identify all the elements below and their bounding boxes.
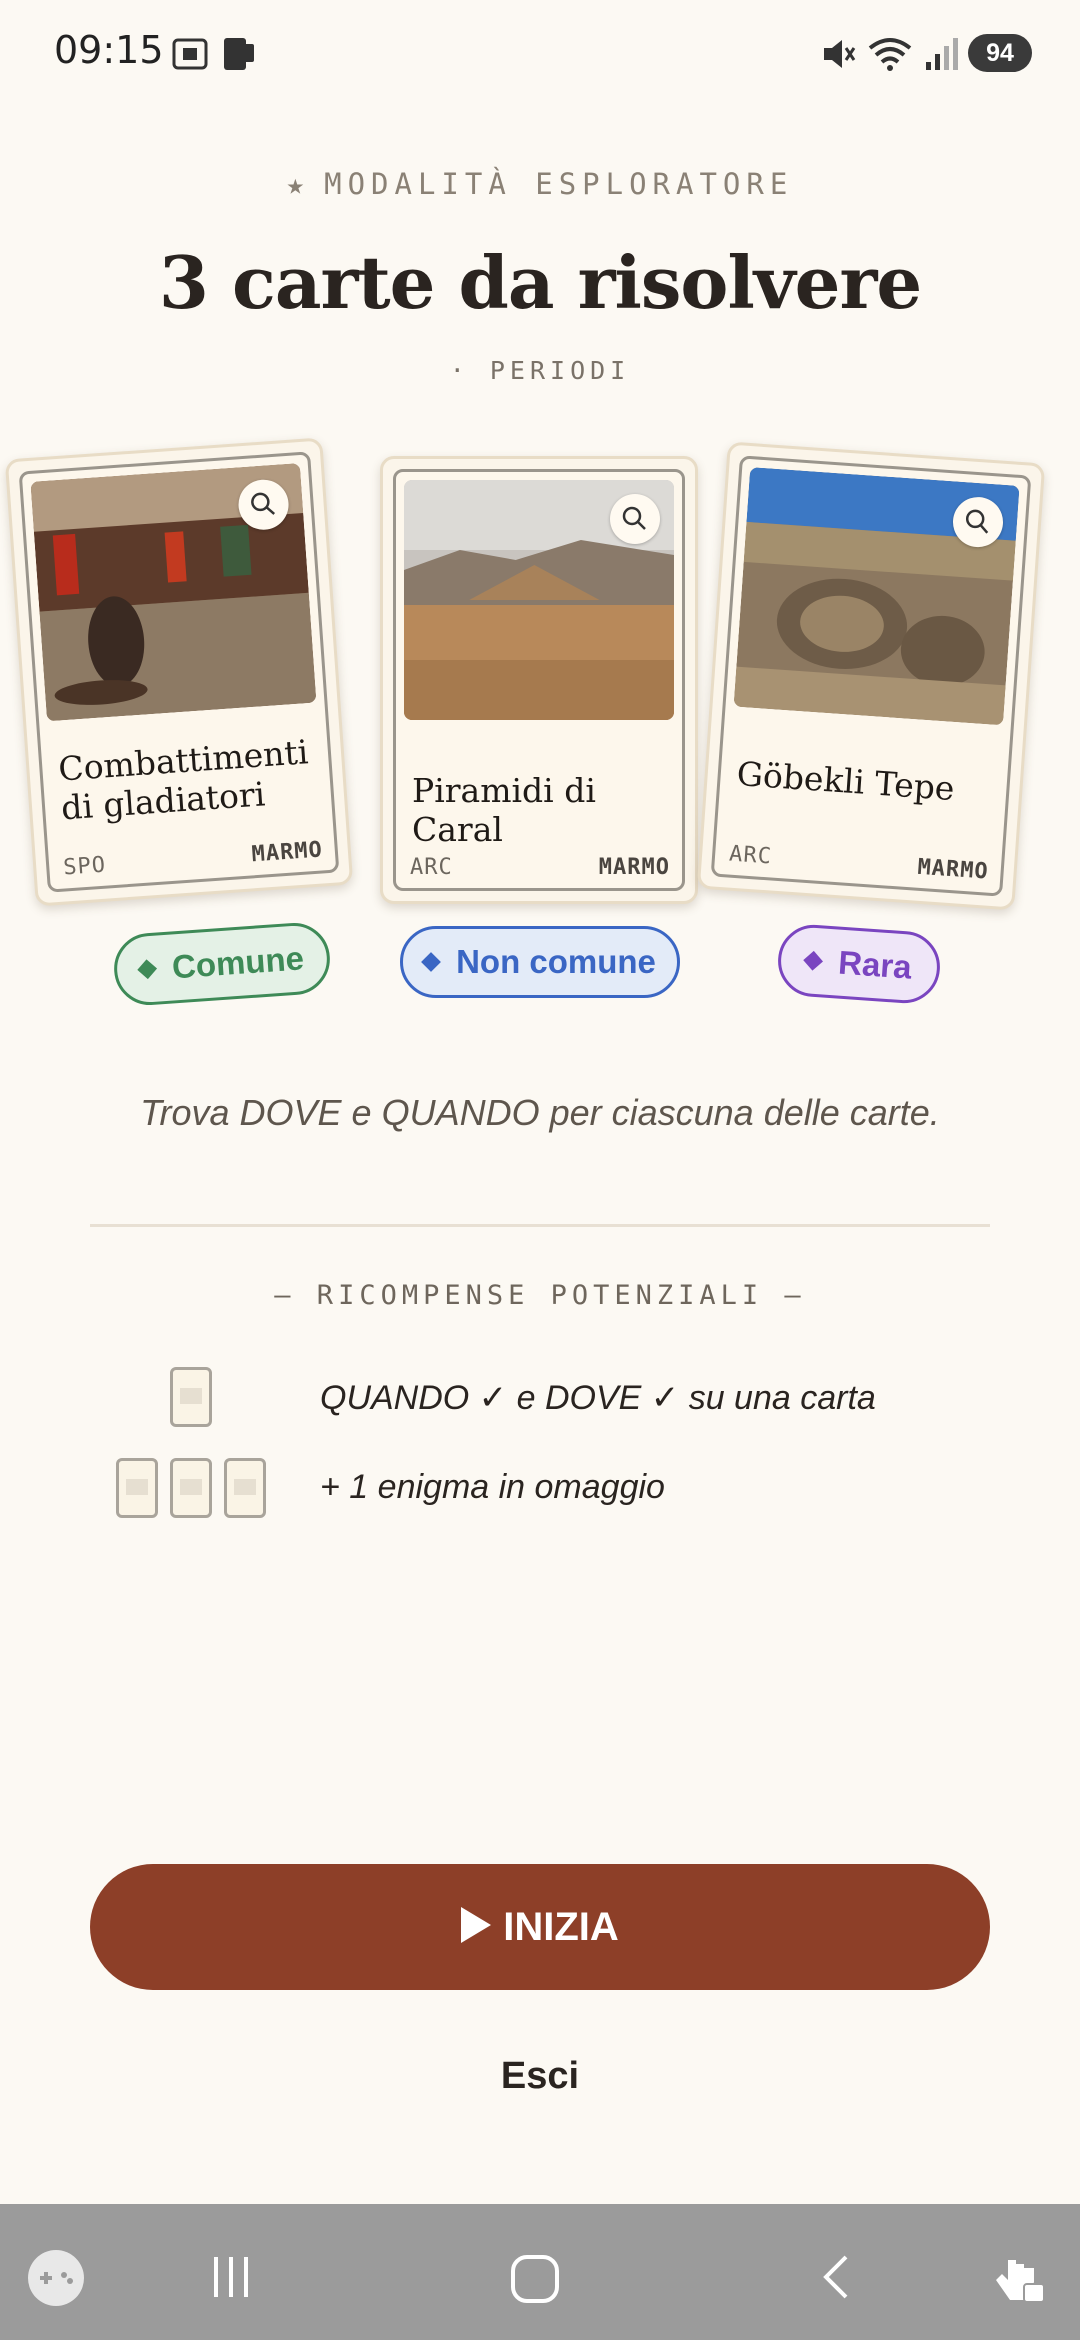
screenshot-icon [172,38,208,70]
divider [90,1224,990,1227]
reward-card-icon [116,1458,158,1518]
rarity-badge-uncommon: Non comune [400,926,680,998]
card-name: Combattimenti di gladiatori [57,732,310,828]
diamond-icon [803,950,824,971]
reward-card-icon [224,1458,266,1518]
game-icon[interactable] [26,2248,86,2308]
diamond-icon [421,952,441,972]
mode-label: ★ MODALITÀ ESPLORATORE [0,167,1080,201]
rewards-title: — RICOMPENSE POTENZIALI — [274,1280,806,1311]
card-image [30,463,317,722]
status-bar: 09:15 94 [0,0,1080,105]
mode-label-text: MODALITÀ ESPLORATORE [324,167,794,201]
card-image [404,480,674,720]
diamond-icon [137,959,158,980]
touch-lock-icon[interactable] [990,2240,1050,2310]
card-gobekli-tepe[interactable]: Göbekli Tepe ARC MARMO [696,441,1046,911]
card-category-code: ARC [410,855,453,880]
reward-card-icon [170,1367,212,1427]
reward-text: + 1 enigma in omaggio [320,1468,665,1506]
home-icon[interactable] [508,2252,562,2306]
card-name: Piramidi di Caral [412,771,596,849]
recent-apps-icon[interactable] [206,2252,256,2302]
start-button[interactable]: INIZIA [90,1864,990,1990]
phone-icon [224,38,254,70]
wifi-icon [868,38,912,71]
page-title: 3 carte da risolvere [158,240,922,325]
system-nav-bar [0,2204,1080,2340]
card-category-code: ARC [728,841,773,870]
card-material: MARMO [250,837,324,868]
zoom-button[interactable] [951,495,1005,549]
rarity-badge-common: Comune [111,920,333,1008]
play-icon [461,1907,492,1943]
card-category-code: SPO [62,852,107,881]
zoom-icon [251,492,276,515]
card-caral-pyramids[interactable]: Piramidi di Caral ARC MARMO [380,456,698,904]
signal-icon [926,38,958,70]
card-image [733,467,1020,726]
card-material: MARMO [598,855,670,880]
zoom-icon [622,506,646,530]
star-icon: ★ [286,167,311,201]
back-icon[interactable] [812,2252,862,2302]
status-time: 09:15 [54,28,164,72]
exit-button[interactable]: Esci [440,2055,640,2098]
zoom-icon [965,509,989,534]
card-name: Göbekli Tepe [735,753,956,809]
mute-icon [824,40,856,68]
instruction-text: Trova DOVE e QUANDO per ciascuna delle c… [140,1092,940,1133]
battery-indicator: 94 [968,34,1032,72]
category-subtitle: · PERIODI [449,356,631,385]
card-gladiators[interactable]: Combattimenti di gladiatori SPO MARMO [4,437,354,907]
reward-text: QUANDO ✓ e DOVE ✓ su una carta [320,1379,876,1417]
zoom-button[interactable] [236,478,291,532]
zoom-button[interactable] [610,494,660,544]
reward-card-icon [170,1458,212,1518]
rarity-badge-rare: Rara [775,922,943,1006]
card-material: MARMO [916,854,990,885]
